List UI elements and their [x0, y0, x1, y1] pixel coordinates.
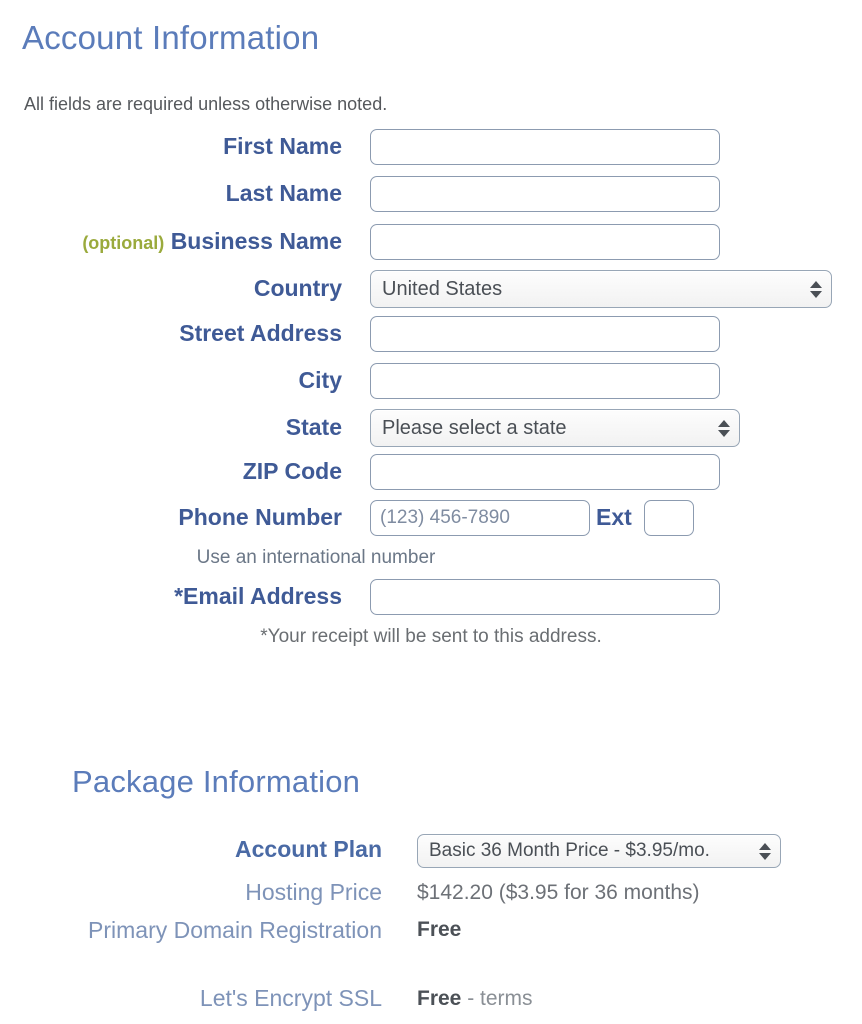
email-address-input[interactable] [370, 579, 720, 615]
form-row-business-name: (optional) Business Name [0, 221, 862, 261]
optional-tag: (optional) [82, 233, 165, 253]
form-row-first-name: First Name [0, 126, 862, 166]
form-row-zip-code: ZIP Code [0, 451, 862, 491]
phone-number-input[interactable] [370, 500, 590, 536]
form-row-phone-number: Phone Number Ext [0, 497, 862, 537]
chevron-updown-icon [718, 416, 730, 440]
chevron-updown-icon [759, 839, 771, 863]
ext-label: Ext [596, 504, 632, 530]
city-input[interactable] [370, 363, 720, 399]
lets-encrypt-suffix: - [461, 987, 481, 1010]
page-title: Account Information [22, 19, 320, 56]
business-name-input[interactable] [370, 224, 720, 260]
business-name-label-text: Business Name [170, 228, 342, 254]
primary-domain-registration-label: Primary Domain Registration [88, 917, 382, 943]
lets-encrypt-free-text: Free [417, 987, 462, 1010]
state-select[interactable]: Please select a state [370, 409, 740, 447]
form-row-street-address: Street Address [0, 313, 862, 353]
last-name-input[interactable] [370, 176, 720, 212]
hosting-price-value: $142.20 ($3.95 for 36 months) [417, 881, 700, 904]
phone-number-label: Phone Number [178, 504, 342, 530]
receipt-note: *Your receipt will be sent to this addre… [260, 626, 602, 647]
street-address-label: Street Address [179, 320, 342, 346]
form-row-email-address: *Email Address [0, 576, 862, 616]
last-name-label: Last Name [225, 180, 342, 206]
account-plan-select[interactable]: Basic 36 Month Price - $3.95/mo. [417, 834, 781, 868]
zip-code-label: ZIP Code [242, 458, 342, 484]
form-row-state: State Please select a state [0, 407, 862, 447]
business-name-label: (optional) Business Name [0, 221, 342, 263]
country-select[interactable]: United States [370, 270, 832, 308]
state-selected-value: Please select a state [382, 417, 567, 439]
first-name-input[interactable] [370, 129, 720, 165]
international-number-link[interactable]: Use an international number [0, 546, 747, 570]
form-row-city: City [0, 360, 862, 400]
lets-encrypt-ssl-label: Let's Encrypt SSL [199, 985, 382, 1011]
country-label: Country [253, 275, 342, 301]
first-name-label: First Name [223, 133, 342, 159]
city-label: City [298, 367, 342, 393]
zip-code-input[interactable] [370, 454, 720, 490]
form-row-country: Country United States [0, 268, 862, 308]
ext-input[interactable] [644, 500, 694, 536]
primary-domain-free-text: Free [417, 918, 462, 941]
account-plan-selected-value: Basic 36 Month Price - $3.95/mo. [429, 840, 710, 861]
package-information-title: Package Information [72, 764, 361, 799]
form-row-last-name: Last Name [0, 173, 862, 213]
lets-encrypt-ssl-value: Free - terms [417, 982, 533, 1015]
primary-domain-registration-value: Free [417, 914, 461, 946]
street-address-input[interactable] [370, 316, 720, 352]
required-fields-note: All fields are required unless otherwise… [24, 94, 388, 114]
chevron-updown-icon [810, 277, 822, 301]
hosting-price-label: Hosting Price [245, 879, 382, 905]
account-plan-label: Account Plan [235, 836, 382, 862]
terms-link[interactable]: terms [480, 987, 533, 1010]
country-selected-value: United States [382, 278, 503, 300]
state-label: State [285, 414, 342, 440]
email-address-label: *Email Address [174, 583, 342, 609]
